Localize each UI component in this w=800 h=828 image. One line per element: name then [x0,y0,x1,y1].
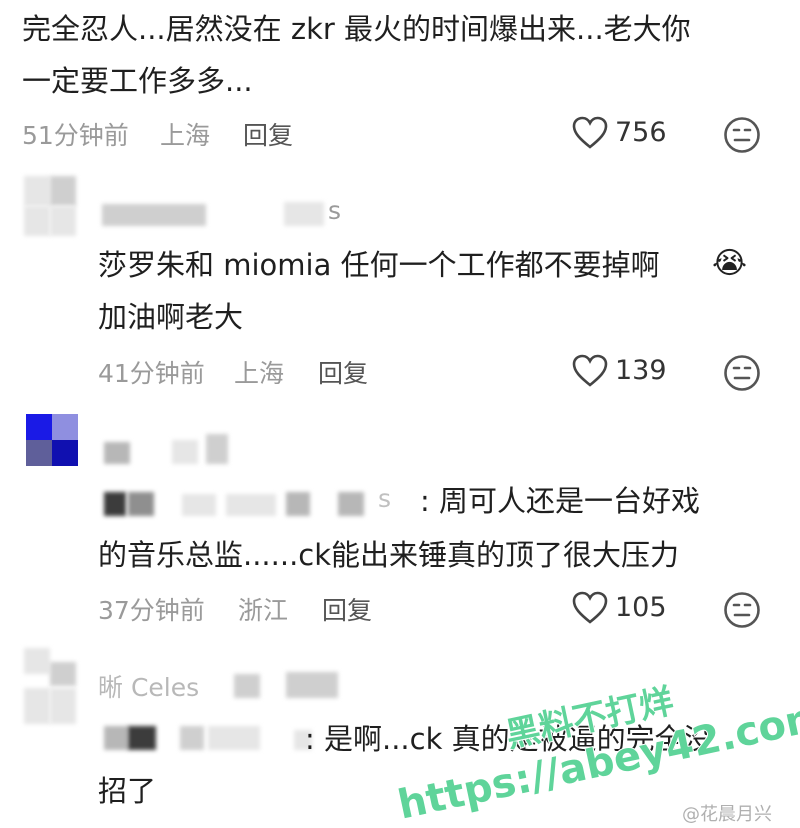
comment-3-text-line-2: 的音乐总监......ck能出来锤真的顶了很大压力 [98,538,680,572]
comment-2-location: 上海 [234,359,285,388]
face-icon [724,592,760,628]
comment-3-like-button[interactable] [572,591,608,629]
comment-3-username[interactable] [100,432,300,466]
comment-1-like-count: 756 [615,117,667,148]
comment-4-username-partial: 晰 Celes [98,673,200,702]
comment-1-like-button[interactable] [572,116,608,154]
comment-2-react-button[interactable] [723,354,761,396]
comment-3-reply-target-tail: s [378,484,392,513]
comment-3-like-count: 105 [615,592,667,623]
face-icon [724,355,760,391]
comment-3-location: 浙江 [238,596,289,625]
comment-3-time: 37分钟前 [98,596,205,625]
comment-2-reply-button[interactable]: 回复 [318,354,368,390]
comment-3-react-button[interactable] [723,591,761,633]
comment-1-location: 上海 [160,121,211,150]
face-icon [724,117,760,153]
comment-2-avatar[interactable] [24,176,78,238]
comment-4-username[interactable]: 晰 Celes [96,668,356,704]
comment-2-text-line-1: 莎罗朱和 miomia 任何一个工作都不要掉啊 [98,248,660,282]
comment-2-username-tail: s [328,196,342,225]
comment-3-text-line-1: : 周可人还是一台好戏 [420,484,700,518]
comment-3-avatar[interactable] [26,414,78,466]
comment-2-username[interactable]: s [100,196,350,228]
comment-4-reply-target[interactable] [98,720,318,756]
comment-4-avatar[interactable] [24,648,78,728]
crying-emoji-icon: 😭 [712,246,748,281]
comment-3-reply-button[interactable]: 回复 [322,591,372,627]
comment-1-react-button[interactable] [723,116,761,158]
comment-1-text-line-2: 一定要工作多多... [22,64,253,98]
heart-icon [572,354,608,387]
comment-2-like-button[interactable] [572,354,608,392]
heart-icon [572,116,608,149]
comment-2-time: 41分钟前 [98,359,205,388]
comment-2-like-count: 139 [615,355,667,386]
watermark-source: @花晨月兴 [682,804,772,825]
comment-1-reply-button[interactable]: 回复 [243,116,293,152]
heart-icon [572,591,608,624]
comment-4-text-line-2: 招了 [98,774,157,808]
comment-2-text-line-2: 加油啊老大 [98,300,244,334]
comment-1-text-line-1: 完全忍人...居然没在 zkr 最火的时间爆出来...老大你 [22,12,691,46]
comment-3-reply-target[interactable]: s [98,484,428,522]
comment-1-time: 51分钟前 [22,121,129,150]
